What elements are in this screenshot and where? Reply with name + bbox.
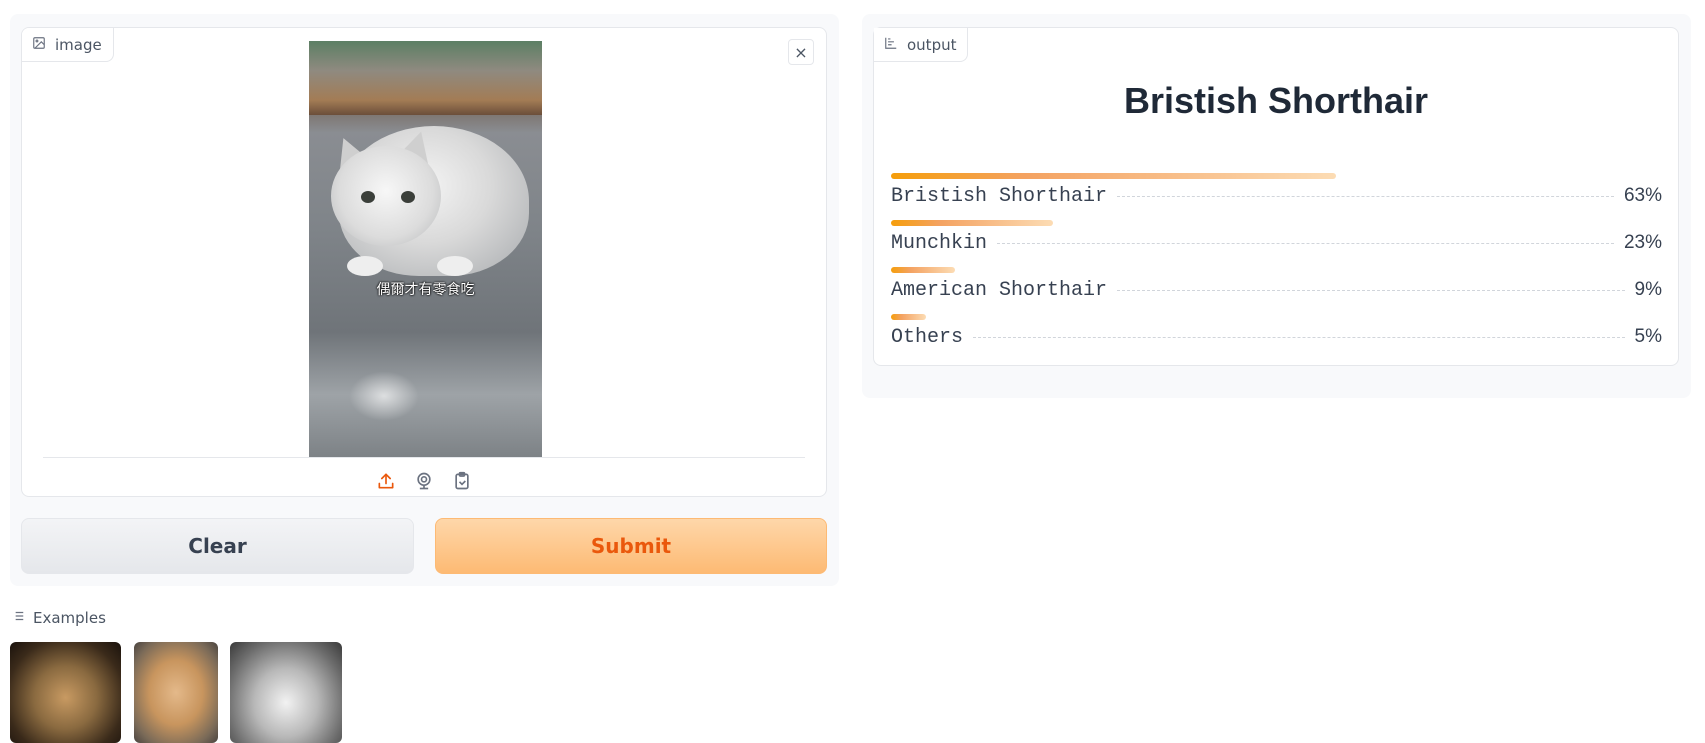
close-button[interactable]: × <box>788 39 814 65</box>
close-icon: × <box>794 42 808 62</box>
confidence-row: Others 5% <box>891 314 1662 362</box>
bar-chart-icon <box>884 36 898 54</box>
confidence-percent: 9% <box>1634 279 1662 300</box>
confidence-bar <box>891 220 1053 226</box>
submit-button[interactable]: Submit <box>435 518 827 574</box>
confidence-label: Bristish Shorthair <box>891 185 1108 208</box>
clipboard-icon[interactable] <box>450 469 474 493</box>
example-thumbnail[interactable] <box>230 642 342 743</box>
confidence-percent: 63% <box>1623 185 1662 206</box>
confidence-percent: 5% <box>1634 326 1662 347</box>
source-selector <box>22 469 826 493</box>
label-output: output Bristish Shorthair Bristish Short… <box>873 27 1679 366</box>
clear-button[interactable]: Clear <box>21 518 414 574</box>
confidence-bar <box>891 314 926 320</box>
confidence-label: American Shorthair <box>891 279 1108 302</box>
output-panel: output Bristish Shorthair Bristish Short… <box>862 14 1691 398</box>
input-panel: image 偶爾才有零食吃 × Clear Submit <box>10 14 839 586</box>
confidence-label: Others <box>891 326 964 349</box>
webcam-icon[interactable] <box>412 469 436 493</box>
image-block-label: image <box>22 28 114 62</box>
uploaded-image: 偶爾才有零食吃 <box>309 41 542 457</box>
examples-header: Examples <box>11 609 106 627</box>
confidence-bar <box>891 267 955 273</box>
image-label-text: image <box>55 35 102 54</box>
image-icon <box>32 36 46 54</box>
confidence-percent: 23% <box>1623 232 1662 253</box>
divider <box>43 457 805 458</box>
confidence-bar <box>891 173 1336 179</box>
upload-icon[interactable] <box>374 469 398 493</box>
image-input[interactable]: image 偶爾才有零食吃 × <box>21 27 827 497</box>
image-caption: 偶爾才有零食吃 <box>376 282 475 298</box>
list-icon <box>11 609 25 627</box>
predicted-label: Bristish Shorthair <box>1123 80 1429 121</box>
example-thumbnail[interactable] <box>134 642 218 743</box>
confidence-row: American Shorthair 9% <box>891 267 1662 315</box>
examples-label: Examples <box>33 609 106 627</box>
confidence-row: Munchkin 23% <box>891 220 1662 268</box>
confidence-row: Bristish Shorthair 63% <box>891 173 1662 221</box>
output-label-text: output <box>907 35 957 54</box>
confidence-label: Munchkin <box>891 232 988 255</box>
example-thumbnail[interactable] <box>10 642 121 743</box>
output-block-label: output <box>874 28 969 62</box>
